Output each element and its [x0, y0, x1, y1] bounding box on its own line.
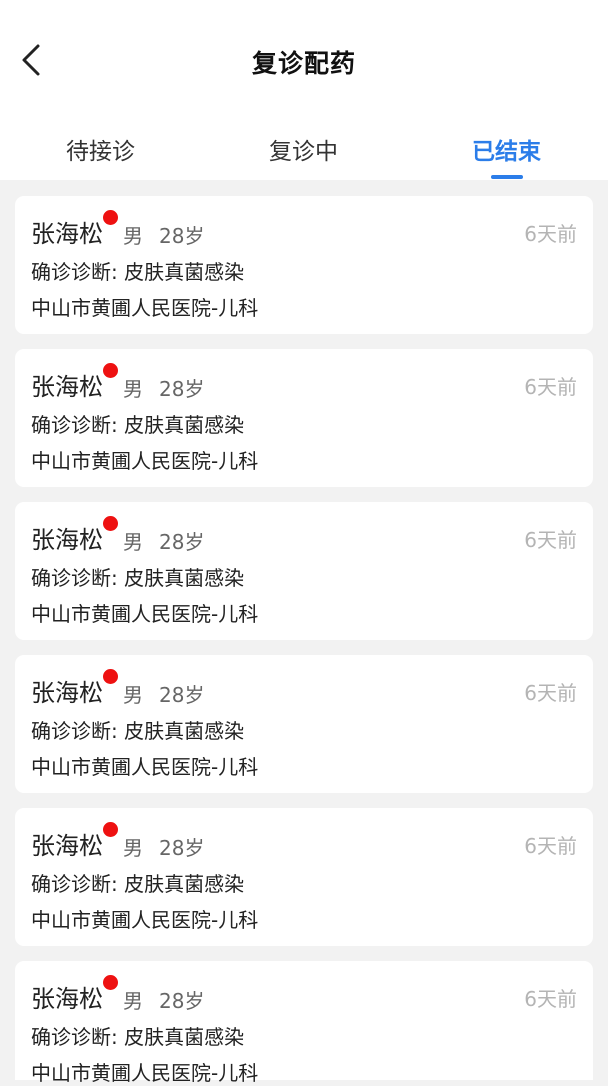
diagnosis-value: 皮肤真菌感染	[124, 260, 245, 284]
diagnosis-value: 皮肤真菌感染	[124, 1025, 245, 1049]
record-time: 6天前	[524, 681, 577, 705]
patient-gender: 男	[123, 683, 143, 707]
tab-in-progress[interactable]: 复诊中	[269, 132, 338, 166]
diagnosis-line: 确诊诊断: 皮肤真菌感染	[31, 715, 244, 744]
patient-gender: 男	[123, 224, 143, 248]
patient-age: 28岁	[159, 224, 205, 248]
patient-gender: 男	[123, 989, 143, 1013]
hospital-department: 中山市黄圃人民医院-儿科	[31, 1061, 259, 1085]
patient-gender: 男	[123, 377, 143, 401]
record-card[interactable]: 张海松 男 28岁 6天前 确诊诊断: 皮肤真菌感染 中山市黄圃人民医院-儿科	[15, 196, 593, 334]
unread-dot	[103, 363, 118, 378]
diagnosis-label: 确诊诊断:	[31, 260, 118, 284]
patient-name: 张海松	[31, 526, 103, 554]
record-time: 6天前	[524, 987, 577, 1011]
record-card[interactable]: 张海松 男 28岁 6天前 确诊诊断: 皮肤真菌感染 中山市黄圃人民医院-儿科	[15, 808, 593, 946]
diagnosis-label: 确诊诊断:	[31, 872, 118, 896]
record-time: 6天前	[524, 222, 577, 246]
patient-age: 28岁	[159, 836, 205, 860]
hospital-department: 中山市黄圃人民医院-儿科	[31, 449, 259, 473]
hospital-department: 中山市黄圃人民医院-儿科	[31, 908, 259, 932]
record-time: 6天前	[524, 834, 577, 858]
patient-name: 张海松	[31, 679, 103, 707]
patient-name: 张海松	[31, 373, 103, 401]
diagnosis-value: 皮肤真菌感染	[124, 872, 245, 896]
diagnosis-label: 确诊诊断:	[31, 566, 118, 590]
patient-name: 张海松	[31, 985, 103, 1013]
page-title: 复诊配药	[251, 49, 356, 78]
diagnosis-line: 确诊诊断: 皮肤真菌感染	[31, 409, 244, 438]
unread-dot	[103, 669, 118, 684]
diagnosis-value: 皮肤真菌感染	[124, 566, 245, 590]
unread-dot	[103, 210, 118, 225]
unread-dot	[103, 516, 118, 531]
record-card[interactable]: 张海松 男 28岁 6天前 确诊诊断: 皮肤真菌感染 中山市黄圃人民医院-儿科	[15, 502, 593, 640]
patient-age: 28岁	[159, 989, 205, 1013]
diagnosis-line: 确诊诊断: 皮肤真菌感染	[31, 256, 244, 285]
record-card[interactable]: 张海松 男 28岁 6天前 确诊诊断: 皮肤真菌感染 中山市黄圃人民医院-儿科	[15, 961, 593, 1085]
patient-name: 张海松	[31, 832, 103, 860]
active-tab-indicator	[491, 175, 523, 179]
record-time: 6天前	[524, 375, 577, 399]
tab-finished[interactable]: 已结束	[472, 132, 541, 166]
unread-dot	[103, 975, 118, 990]
record-card[interactable]: 张海松 男 28岁 6天前 确诊诊断: 皮肤真菌感染 中山市黄圃人民医院-儿科	[15, 655, 593, 793]
unread-dot	[103, 822, 118, 837]
diagnosis-line: 确诊诊断: 皮肤真菌感染	[31, 1021, 244, 1050]
diagnosis-label: 确诊诊断:	[31, 719, 118, 743]
diagnosis-line: 确诊诊断: 皮肤真菌感染	[31, 562, 244, 591]
patient-gender: 男	[123, 530, 143, 554]
tab-pending[interactable]: 待接诊	[66, 132, 135, 166]
hospital-department: 中山市黄圃人民医院-儿科	[31, 602, 259, 626]
patient-age: 28岁	[159, 683, 205, 707]
tab-bar: 待接诊 复诊中 已结束	[0, 118, 608, 180]
diagnosis-value: 皮肤真菌感染	[124, 719, 245, 743]
diagnosis-label: 确诊诊断:	[31, 1025, 118, 1049]
patient-age: 28岁	[159, 530, 205, 554]
hospital-department: 中山市黄圃人民医院-儿科	[31, 296, 259, 320]
diagnosis-line: 确诊诊断: 皮肤真菌感染	[31, 868, 244, 897]
hospital-department: 中山市黄圃人民医院-儿科	[31, 755, 259, 779]
diagnosis-label: 确诊诊断:	[31, 413, 118, 437]
patient-name: 张海松	[31, 220, 103, 248]
patient-gender: 男	[123, 836, 143, 860]
diagnosis-value: 皮肤真菌感染	[124, 413, 245, 437]
record-time: 6天前	[524, 528, 577, 552]
patient-age: 28岁	[159, 377, 205, 401]
app-header: 复诊配药	[0, 0, 608, 118]
record-card[interactable]: 张海松 男 28岁 6天前 确诊诊断: 皮肤真菌感染 中山市黄圃人民医院-儿科	[15, 349, 593, 487]
